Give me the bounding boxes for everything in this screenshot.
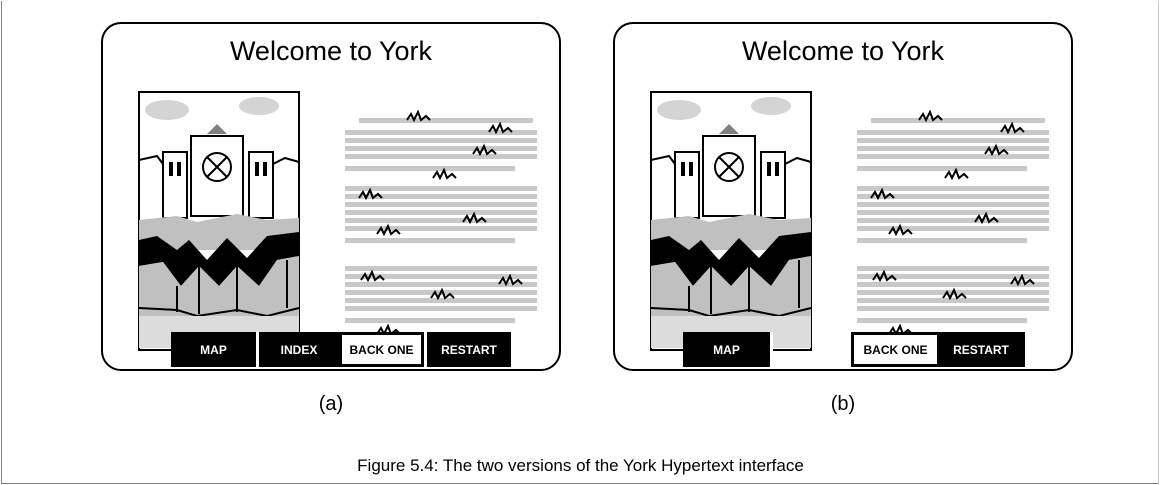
page-title: Welcome to York bbox=[741, 36, 945, 66]
cloud-shape bbox=[145, 100, 189, 120]
window-shape bbox=[689, 162, 693, 176]
index-button-label: INDEX bbox=[280, 342, 318, 357]
text-line bbox=[857, 146, 1049, 151]
left-tower bbox=[674, 151, 700, 219]
map-button-label: MAP bbox=[200, 342, 227, 357]
text-line bbox=[857, 306, 1049, 311]
back-one-button[interactable]: BACK ONE bbox=[854, 335, 940, 364]
restart-button[interactable]: RESTART bbox=[940, 335, 1022, 364]
text-line bbox=[345, 130, 537, 135]
window-shape bbox=[177, 162, 181, 176]
screen-panel-b: Welcome to York MAP BACK ONE RESTART bbox=[613, 22, 1073, 371]
text-line bbox=[857, 238, 1027, 243]
text-line bbox=[857, 138, 1049, 143]
subfigure-label-a: (a) bbox=[318, 393, 344, 415]
text-line bbox=[345, 154, 537, 159]
hypertext-body bbox=[857, 109, 1049, 337]
text-line bbox=[345, 238, 515, 243]
text-line bbox=[857, 218, 1049, 223]
right-tower bbox=[248, 151, 274, 219]
text-line bbox=[857, 282, 1049, 287]
text-line bbox=[857, 266, 1049, 271]
text-line bbox=[345, 202, 537, 207]
window-shape bbox=[169, 162, 173, 176]
back-one-button-label: BACK ONE bbox=[863, 342, 928, 357]
text-line bbox=[871, 118, 1045, 123]
cloud-shape bbox=[239, 97, 279, 115]
text-line bbox=[857, 154, 1049, 159]
map-button[interactable]: MAP bbox=[171, 332, 256, 367]
text-line bbox=[857, 318, 1027, 323]
text-line bbox=[345, 306, 537, 311]
hyperlink-scribble bbox=[944, 167, 969, 181]
window-shape bbox=[263, 162, 267, 176]
restart-button[interactable]: RESTART bbox=[424, 332, 511, 367]
text-line bbox=[345, 282, 537, 287]
hyperlink-scribble bbox=[432, 167, 457, 181]
text-line bbox=[345, 138, 537, 143]
text-line bbox=[345, 226, 537, 231]
text-line bbox=[857, 226, 1049, 231]
left-tower bbox=[162, 151, 188, 219]
text-line bbox=[857, 130, 1049, 135]
window-shape bbox=[767, 162, 771, 176]
restart-button-label: RESTART bbox=[953, 342, 1009, 357]
window-shape bbox=[255, 162, 259, 176]
figure-caption: Figure 5.4: The two versions of the York… bbox=[357, 456, 804, 475]
cloud-shape bbox=[751, 97, 791, 115]
text-line bbox=[345, 186, 537, 191]
back-one-button-label: BACK ONE bbox=[349, 342, 414, 357]
navigation-bar-right: BACK ONE RESTART bbox=[851, 332, 1025, 367]
text-line bbox=[857, 298, 1049, 303]
subfigure-label-b: (b) bbox=[830, 393, 856, 415]
screen-panel-a: Welcome to York MAP INDEX BACK ONE RESTA… bbox=[101, 22, 561, 371]
text-line bbox=[857, 202, 1049, 207]
text-line bbox=[857, 186, 1049, 191]
text-line bbox=[857, 166, 1027, 171]
text-line bbox=[345, 266, 537, 271]
map-button[interactable]: MAP bbox=[683, 332, 773, 367]
text-line bbox=[345, 210, 537, 215]
index-button[interactable]: INDEX bbox=[256, 332, 339, 367]
navigation-bar: MAP INDEX BACK ONE RESTART bbox=[171, 332, 511, 367]
text-line bbox=[345, 318, 515, 323]
hypertext-body bbox=[345, 109, 537, 337]
text-line bbox=[857, 210, 1049, 215]
navigation-bar: MAP bbox=[683, 332, 773, 367]
page-title: Welcome to York bbox=[229, 36, 433, 66]
text-line bbox=[345, 298, 537, 303]
right-tower bbox=[760, 151, 786, 219]
text-line bbox=[359, 118, 533, 123]
york-minster-illustration bbox=[138, 91, 300, 351]
back-one-button[interactable]: BACK ONE bbox=[339, 332, 424, 367]
cloud-shape bbox=[657, 100, 701, 120]
map-button-label: MAP bbox=[713, 342, 740, 357]
restart-button-label: RESTART bbox=[441, 342, 497, 357]
text-line bbox=[345, 146, 537, 151]
york-minster-illustration bbox=[650, 91, 812, 351]
window-shape bbox=[681, 162, 685, 176]
text-line bbox=[345, 166, 515, 171]
window-shape bbox=[775, 162, 779, 176]
text-line bbox=[345, 218, 537, 223]
